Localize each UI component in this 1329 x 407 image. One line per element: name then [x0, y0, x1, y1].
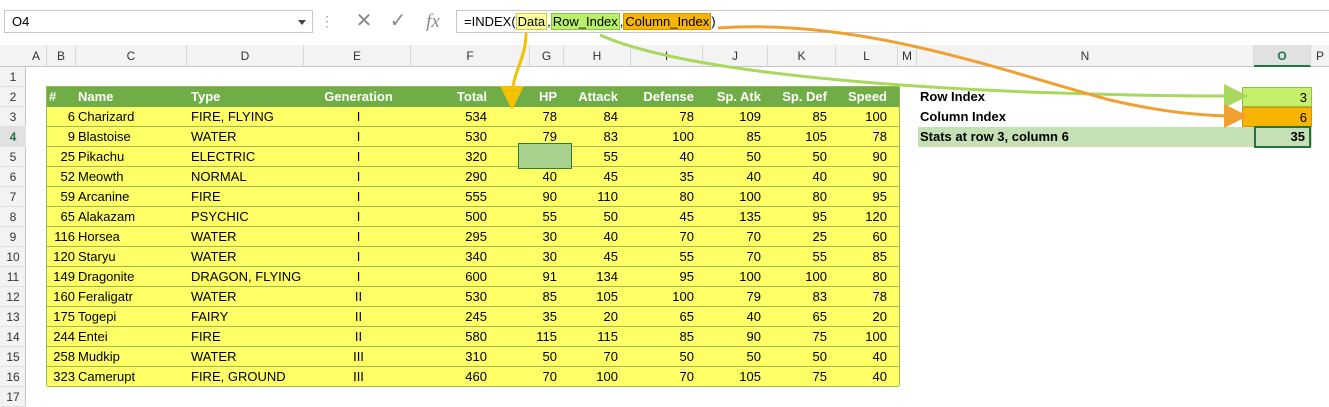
row-index-arrow: [599, 33, 1248, 108]
annotation-arrows: [500, 25, 1248, 128]
data-arrow: [500, 32, 528, 110]
column-index-arrow: [717, 25, 1248, 128]
